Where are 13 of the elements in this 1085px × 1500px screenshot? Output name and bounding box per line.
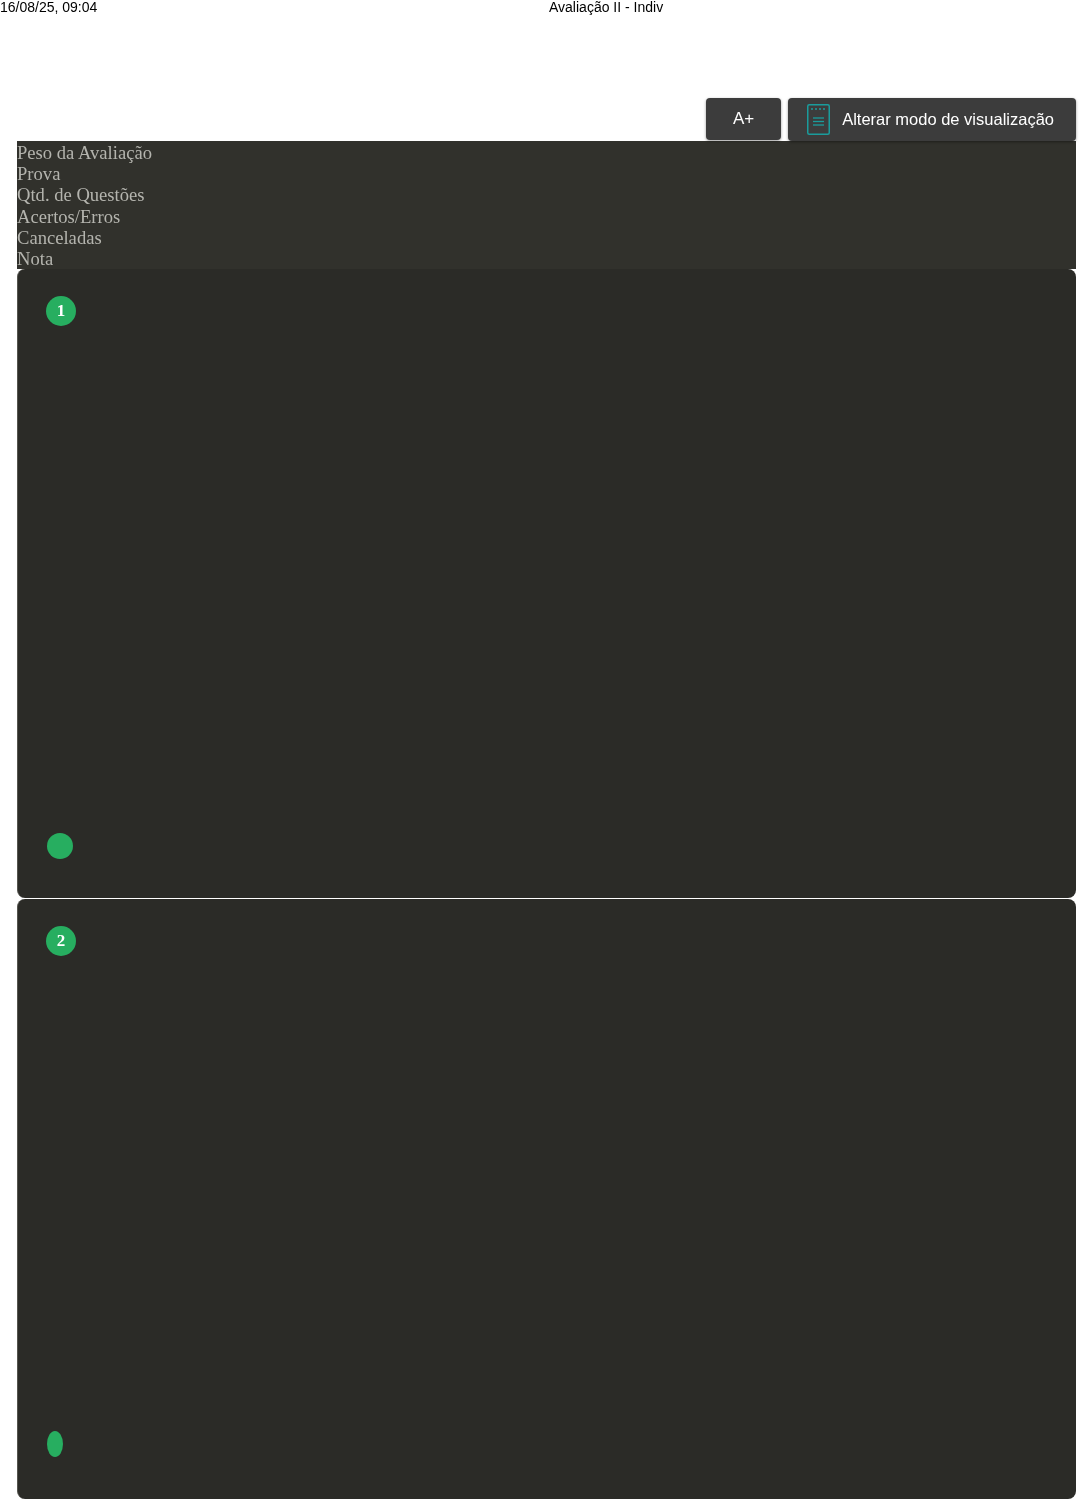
page-title: Avaliação II - Indiv [549,0,664,15]
font-size-button[interactable]: A+ [706,98,782,140]
summary-label: Peso da Avaliação [17,142,152,164]
summary-label: Qtd. de Questões [17,184,145,206]
question-number-badge: 2 [46,926,76,957]
summary-label: Nota [17,248,54,270]
question-number-badge: 1 [46,296,76,327]
summary-label: Prova [17,163,61,185]
document-icon [807,104,831,135]
print-date: 16/08/25, 09:04 [0,0,98,15]
view-mode-button[interactable]: Alterar modo de visualização [788,98,1076,141]
summary-label: Acertos/Erros [17,205,121,227]
summary-label: Canceladas [17,226,102,248]
